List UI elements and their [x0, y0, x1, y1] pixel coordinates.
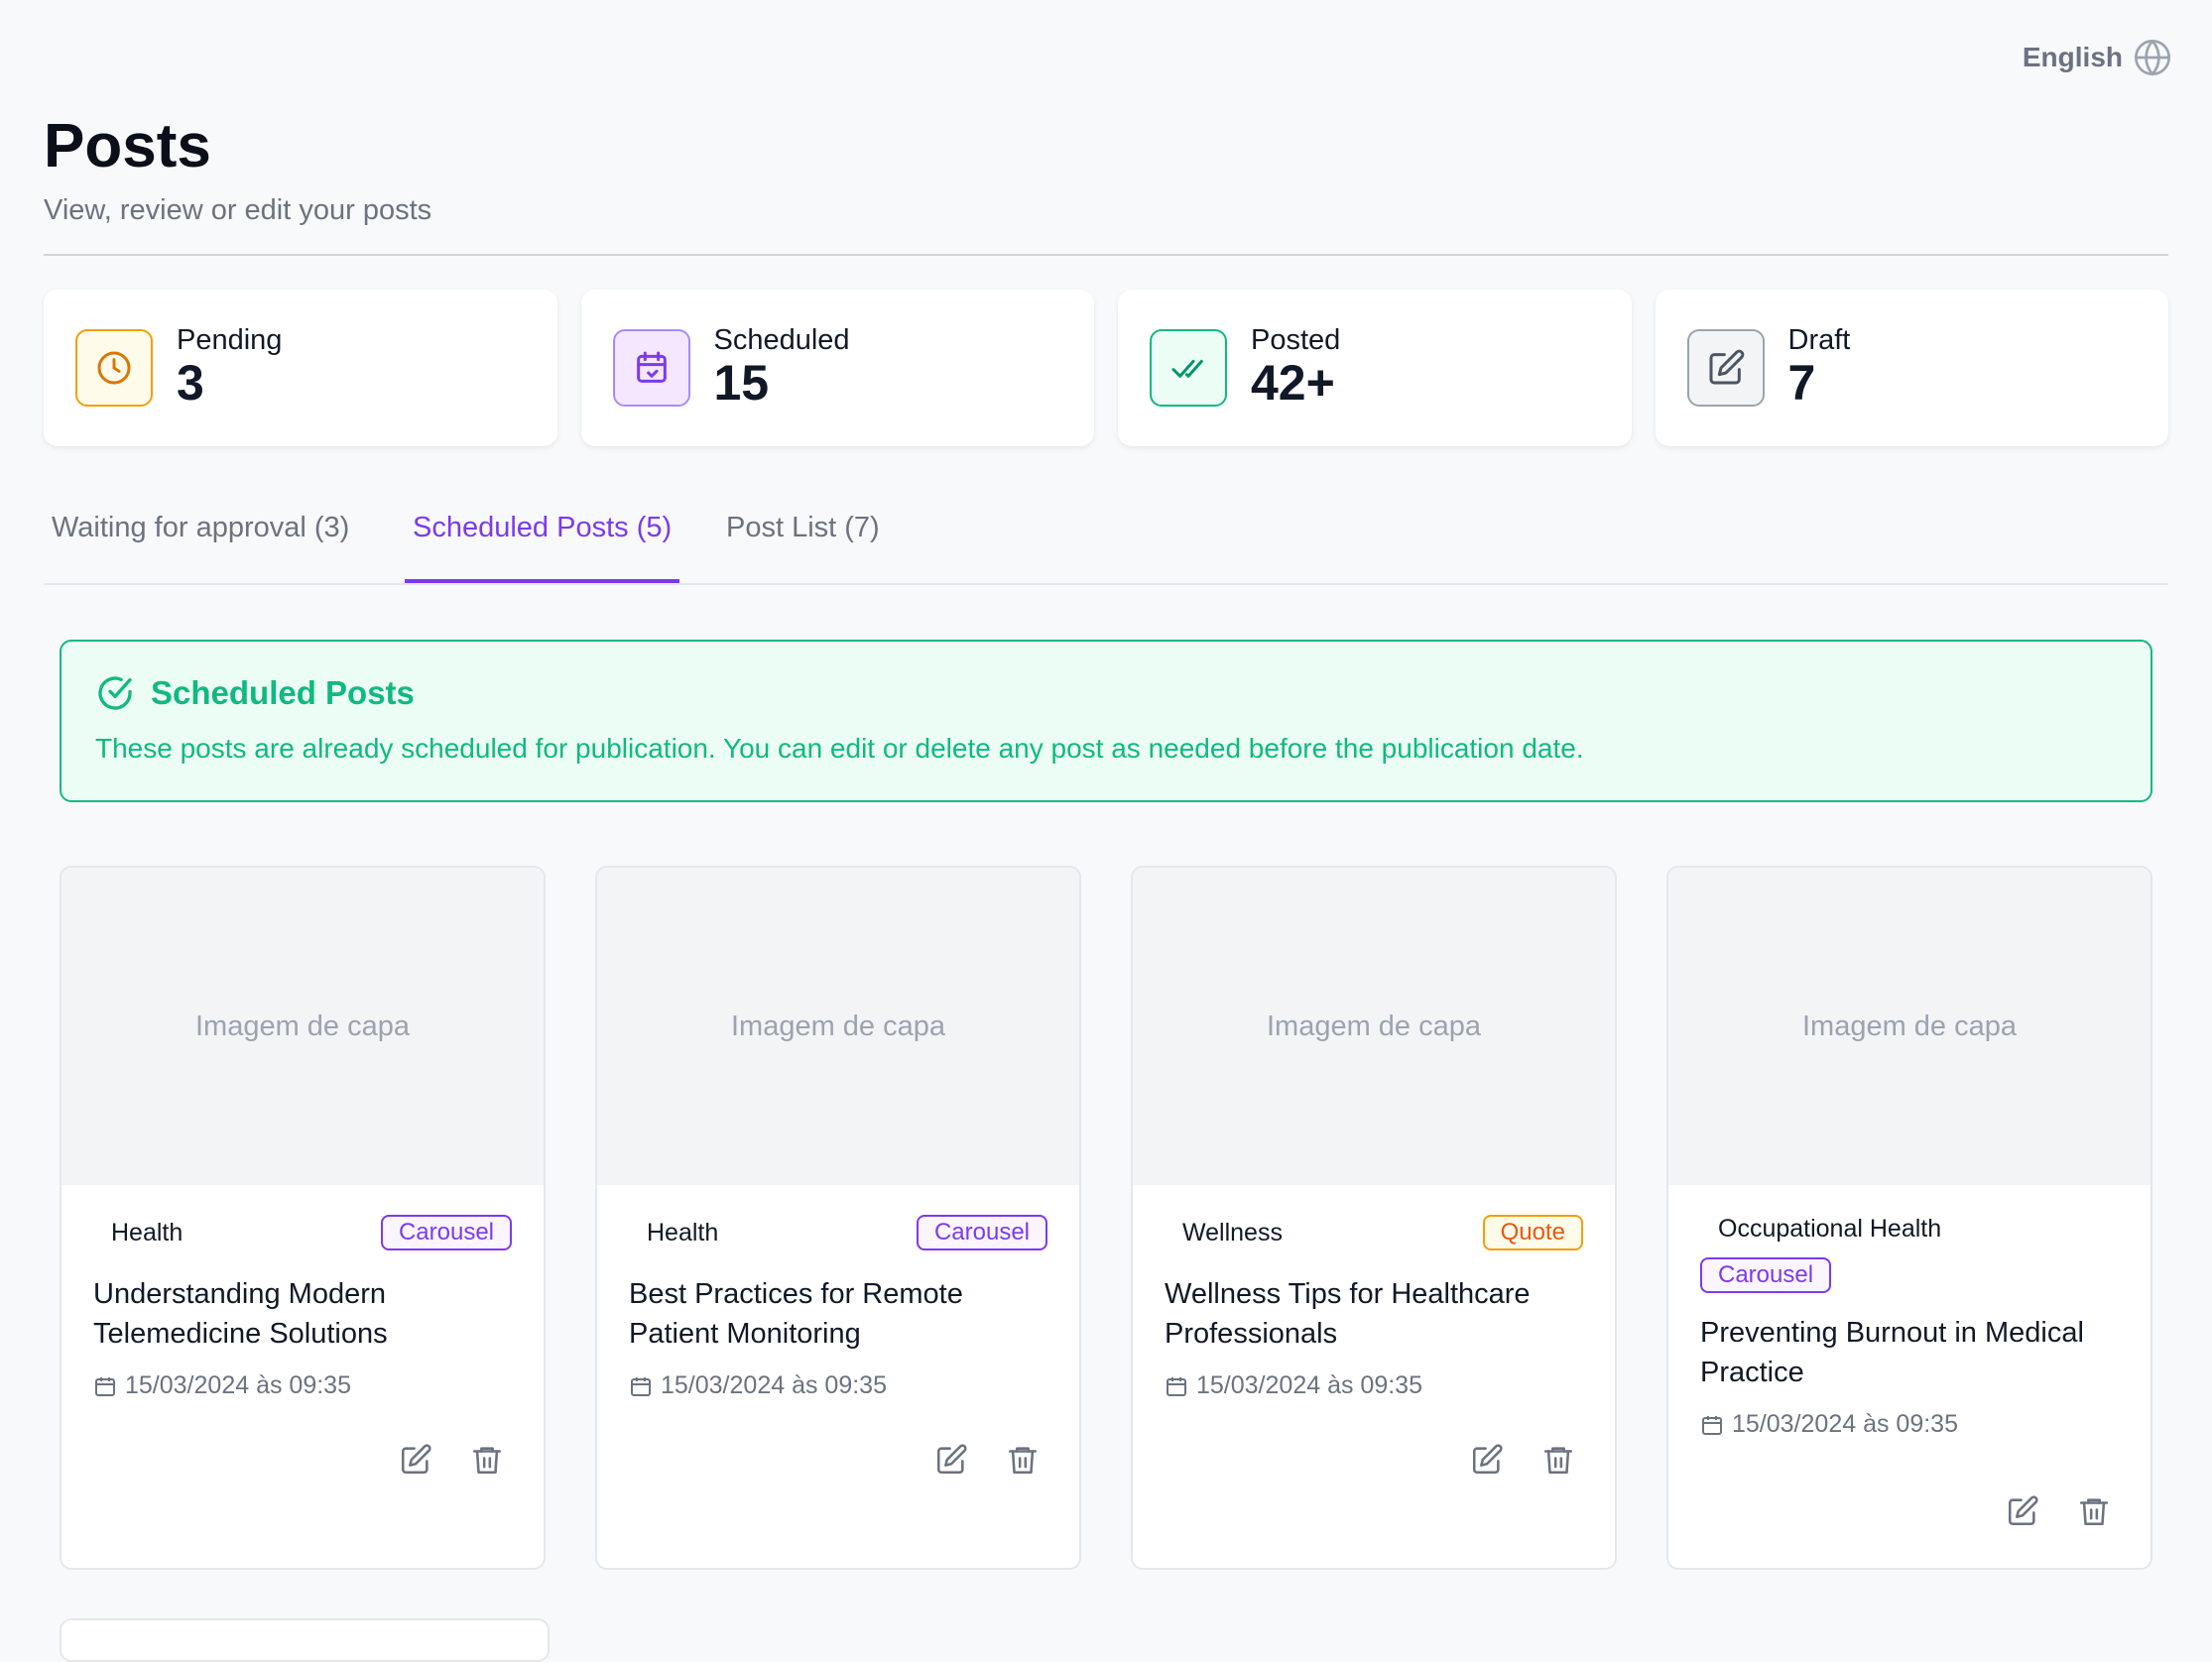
header-divider — [44, 254, 2168, 256]
post-category: Wellness — [1182, 1218, 1283, 1246]
banner-text: These posts are already scheduled for pu… — [95, 733, 1584, 764]
check-circle-icon — [98, 676, 132, 710]
trash-icon — [472, 1447, 502, 1475]
stat-label: Scheduled — [713, 323, 850, 356]
language-label: English — [2022, 42, 2123, 72]
clock-icon — [75, 329, 153, 407]
cover-image-placeholder: Imagem de capa — [597, 868, 1079, 1185]
cover-image-placeholder: Imagem de capa — [1133, 868, 1615, 1185]
calendar-icon — [95, 1376, 115, 1396]
delete-post-button[interactable] — [1541, 1443, 1575, 1477]
stat-card-posted: Posted 42+ — [1118, 290, 1632, 446]
edit-post-button[interactable] — [399, 1443, 432, 1477]
stat-value: 7 — [1787, 355, 1816, 412]
post-date: 15/03/2024 às 09:35 — [1196, 1371, 1422, 1399]
delete-post-button[interactable] — [2077, 1494, 2111, 1528]
edit-icon — [401, 1444, 431, 1475]
edit-icon — [1686, 329, 1765, 407]
edit-icon — [936, 1444, 967, 1475]
stats-row: Pending 3 Scheduled 15 Posted 42+ Draft … — [44, 290, 2168, 446]
stat-label: Posted — [1251, 323, 1341, 356]
stat-card-pending: Pending 3 — [44, 290, 557, 446]
stat-card-draft: Draft 7 — [1655, 290, 2168, 446]
post-category: Health — [111, 1218, 184, 1246]
post-date: 15/03/2024 às 09:35 — [1732, 1410, 1958, 1438]
post-card[interactable]: Imagem de capa Occupational Health Carou… — [1666, 866, 2152, 1570]
post-type-badge: Carousel — [1700, 1257, 1832, 1293]
cover-image-placeholder: Imagem de capa — [61, 868, 544, 1185]
trash-icon — [1008, 1447, 1038, 1475]
edit-post-button[interactable] — [1470, 1443, 1504, 1477]
edit-post-button[interactable] — [934, 1443, 968, 1477]
calendar-icon — [1167, 1376, 1186, 1396]
language-selector[interactable]: English — [2023, 38, 2172, 77]
banner-title: Scheduled Posts — [151, 674, 415, 711]
post-type-badge: Carousel — [380, 1215, 512, 1250]
stat-value: 3 — [177, 355, 204, 412]
post-card-partial[interactable] — [60, 1618, 550, 1662]
edit-post-button[interactable] — [2006, 1494, 2039, 1528]
stat-value: 15 — [713, 355, 770, 412]
post-grid: Imagem de capa Health Carousel Understan… — [60, 866, 2152, 1570]
delete-post-button[interactable] — [470, 1443, 504, 1477]
tab-post-list[interactable]: Post List (7) — [718, 512, 888, 583]
calendar-icon — [631, 1376, 651, 1396]
post-card[interactable]: Imagem de capa Health Carousel Understan… — [60, 866, 546, 1570]
tab-scheduled-posts[interactable]: Scheduled Posts (5) — [405, 512, 680, 583]
page-subtitle: View, review or edit your posts — [44, 194, 432, 226]
stat-card-scheduled: Scheduled 15 — [580, 290, 1094, 446]
info-banner: Scheduled Posts These posts are already … — [60, 640, 2152, 802]
double-check-icon — [1150, 329, 1227, 407]
stat-value: 42+ — [1251, 355, 1335, 412]
post-category: Health — [647, 1218, 719, 1246]
page-title: Posts — [44, 112, 211, 180]
post-type-badge: Quote — [1482, 1215, 1583, 1250]
post-title: Best Practices for Remote Patient Monito… — [629, 1278, 963, 1350]
delete-post-button[interactable] — [1006, 1443, 1040, 1477]
post-date: 15/03/2024 às 09:35 — [661, 1371, 887, 1399]
post-title: Understanding Modern Telemedicine Soluti… — [93, 1278, 388, 1350]
edit-icon — [2008, 1495, 2038, 1526]
stat-label: Draft — [1787, 323, 1851, 356]
post-card[interactable]: Imagem de capa Health Carousel Best Prac… — [595, 866, 1081, 1570]
trash-icon — [1543, 1447, 1573, 1475]
calendar-check-icon — [612, 329, 690, 407]
tab-waiting-for-approval[interactable]: Waiting for approval (3) — [44, 512, 357, 583]
post-title: Preventing Burnout in Medical Practice — [1700, 1317, 2084, 1388]
post-type-badge: Carousel — [916, 1215, 1047, 1250]
globe-icon — [2135, 40, 2170, 76]
calendar-icon — [1702, 1415, 1722, 1435]
trash-icon — [2079, 1498, 2109, 1526]
tab-bar: Waiting for approval (3) Scheduled Posts… — [44, 496, 2168, 585]
post-category: Occupational Health — [1718, 1215, 1942, 1243]
post-date: 15/03/2024 às 09:35 — [125, 1371, 351, 1399]
stat-label: Pending — [177, 323, 283, 356]
cover-image-placeholder: Imagem de capa — [1668, 868, 2151, 1185]
post-title: Wellness Tips for Healthcare Professiona… — [1165, 1278, 1531, 1350]
post-card[interactable]: Imagem de capa Wellness Quote Wellness T… — [1131, 866, 1617, 1570]
edit-icon — [1472, 1444, 1503, 1475]
